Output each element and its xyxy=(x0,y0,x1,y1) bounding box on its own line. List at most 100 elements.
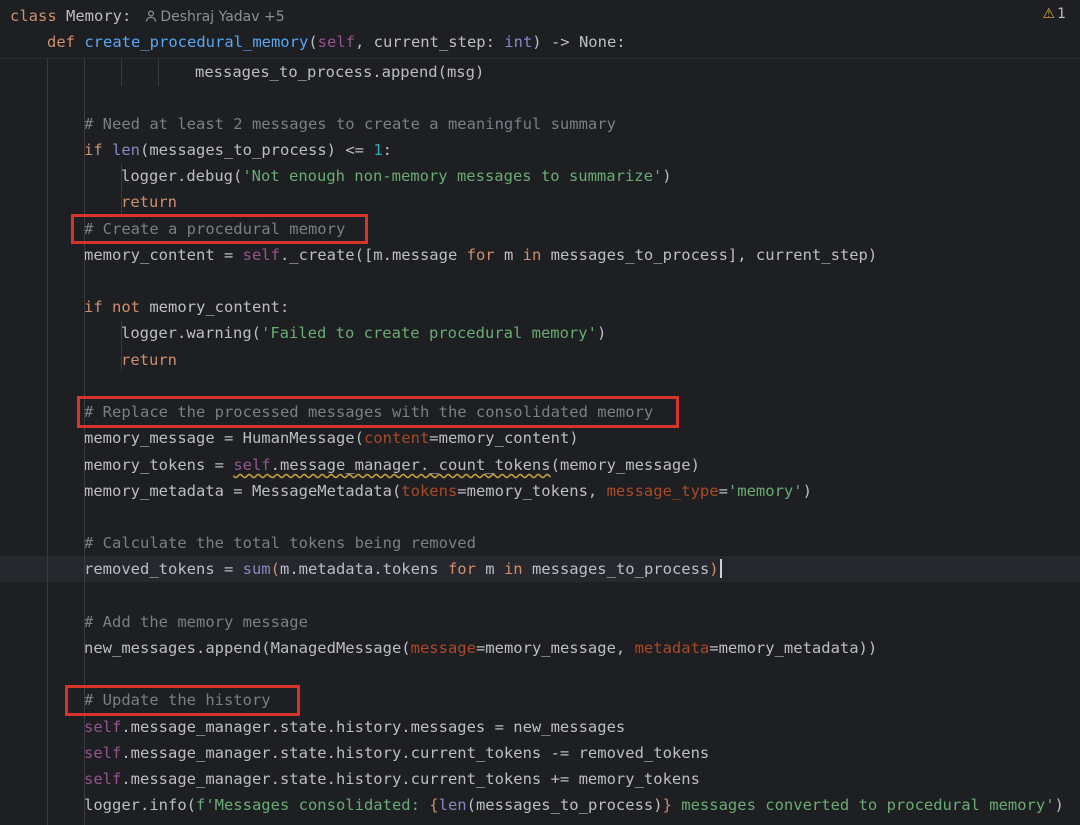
indent-guide xyxy=(121,58,122,86)
warnings-indicator[interactable]: ⚠ 1 xyxy=(1043,6,1066,22)
code-text: (messages_to_process) <= xyxy=(140,141,374,159)
keyword: if xyxy=(84,141,103,159)
string: 'Not enough non-memory messages to summa… xyxy=(242,167,663,185)
comment: # Calculate the total tokens being remov… xyxy=(84,534,476,552)
class-header-line[interactable]: class Memory: Deshraj Yadav +5 xyxy=(10,3,285,29)
self-keyword: self xyxy=(84,770,122,788)
code-line: self.message_manager.state.history.curre… xyxy=(0,740,1080,766)
current-code-line: removed_tokens = sum(m.metadata.tokens f… xyxy=(0,556,1080,583)
code-text: memory_metadata = MessageMetadata( xyxy=(84,482,402,500)
builtin: len xyxy=(112,141,141,159)
comment: # Need at least 2 messages to create a m… xyxy=(84,115,616,133)
code-line: return xyxy=(0,347,1080,373)
number: 1 xyxy=(373,141,383,159)
param-type: int xyxy=(504,33,533,51)
code-text: messages_to_process xyxy=(522,560,710,578)
code-text: logger.info( xyxy=(84,796,196,814)
code-line: # Add the memory message xyxy=(0,609,1080,635)
self-keyword: self xyxy=(84,744,122,762)
author-name: Deshraj Yadav +5 xyxy=(160,9,285,25)
code-line: memory_content = self._create([m.message… xyxy=(0,242,1080,268)
keyword: for xyxy=(447,560,476,578)
sticky-scope-header: class Memory: Deshraj Yadav +5 ⚠ 1 def cre… xyxy=(0,0,1080,59)
class-name: Memory: xyxy=(66,7,132,25)
code-text: memory_message = HumanMessage( xyxy=(84,429,364,447)
code-text: logger.debug( xyxy=(121,167,243,185)
code-text: m xyxy=(494,246,523,264)
code-text: ) xyxy=(802,482,812,500)
author-annotation[interactable]: Deshraj Yadav +5 xyxy=(145,9,285,25)
indent-guide xyxy=(121,321,122,371)
code-text: = xyxy=(718,482,728,500)
builtin: sum xyxy=(242,560,271,578)
code-line: if not memory_content: xyxy=(0,294,1080,320)
code-text: .message_manager.state.history.messages … xyxy=(121,718,626,736)
keyword: return xyxy=(121,351,177,369)
code-text: removed_tokens = xyxy=(84,560,243,578)
self-keyword: self xyxy=(242,246,280,264)
code-text: : xyxy=(382,141,392,159)
code-line: messages_to_process.append(msg) xyxy=(0,59,1080,85)
fstring-brace: } xyxy=(662,796,672,814)
highlight-box xyxy=(65,685,300,716)
code-line: memory_metadata = MessageMetadata(tokens… xyxy=(0,478,1080,504)
signature-params: , current_step: xyxy=(354,33,505,51)
named-arg: message_type xyxy=(606,482,719,500)
keyword: not xyxy=(112,298,141,316)
signature-open: ( xyxy=(308,33,318,51)
string: messages converted to procedural memory' xyxy=(671,796,1055,814)
def-header-line[interactable]: def create_procedural_memory(self, curre… xyxy=(47,29,626,55)
indent-guide xyxy=(158,58,159,86)
signature-close: ) -> None: xyxy=(532,33,626,51)
text-caret xyxy=(719,559,722,578)
keyword: in xyxy=(503,560,523,578)
warning-icon: ⚠ xyxy=(1042,6,1056,22)
code-text: ) xyxy=(662,167,672,185)
matched-paren: ( xyxy=(270,560,280,578)
code-text: m xyxy=(475,560,504,578)
code-text: memory_content: xyxy=(140,298,290,316)
self-param: self xyxy=(317,33,355,51)
code-text: =memory_metadata)) xyxy=(709,639,878,657)
code-text: ) xyxy=(1054,796,1064,814)
string: 'memory' xyxy=(727,482,803,500)
keyword: for xyxy=(466,246,495,264)
code-line: logger.debug('Not enough non-memory mess… xyxy=(0,163,1080,189)
code-text: .message_manager.state.history.current_t… xyxy=(121,770,700,788)
highlight-box xyxy=(77,396,679,428)
code-line: logger.warning('Failed to create procedu… xyxy=(0,320,1080,346)
code-text: =memory_content) xyxy=(429,429,579,447)
code-text: =memory_message, xyxy=(475,639,635,657)
keyword: if xyxy=(84,298,103,316)
code-text: logger.warning( xyxy=(121,324,261,342)
indent-guide xyxy=(121,164,122,214)
code-text: memory_content = xyxy=(84,246,243,264)
code-text: messages_to_process], current_step) xyxy=(541,246,878,264)
keyword: in xyxy=(522,246,542,264)
code-line: self.message_manager.state.history.messa… xyxy=(0,714,1080,740)
code-line: # Need at least 2 messages to create a m… xyxy=(0,111,1080,137)
code-line: self.message_manager.state.history.curre… xyxy=(0,766,1080,792)
string: 'Failed to create procedural memory' xyxy=(260,324,597,342)
def-keyword: def xyxy=(47,33,75,51)
keyword: return xyxy=(121,193,177,211)
code-line: if len(messages_to_process) <= 1: xyxy=(0,137,1080,163)
code-line: # Calculate the total tokens being remov… xyxy=(0,530,1080,556)
fstring-brace: { xyxy=(429,796,439,814)
code-text: ._create([m.message xyxy=(279,246,467,264)
class-keyword: class xyxy=(10,7,57,25)
self-keyword: self xyxy=(233,456,271,474)
named-arg: content xyxy=(363,429,430,447)
highlight-box xyxy=(71,214,368,244)
code-text: ) xyxy=(596,324,607,342)
code-line: new_messages.append(ManagedMessage(messa… xyxy=(0,635,1080,661)
named-arg: tokens xyxy=(401,482,458,500)
code-text: =memory_tokens, xyxy=(457,482,607,500)
code-text: .message_manager.state.history.current_t… xyxy=(121,744,710,762)
warning-count: 1 xyxy=(1057,6,1066,22)
self-keyword: self xyxy=(84,718,122,736)
code-text-warning: .message_manager._count_tokens xyxy=(270,456,551,474)
code-text: (memory_message) xyxy=(550,456,700,474)
comment: # Add the memory message xyxy=(84,613,308,631)
builtin: len xyxy=(438,796,467,814)
